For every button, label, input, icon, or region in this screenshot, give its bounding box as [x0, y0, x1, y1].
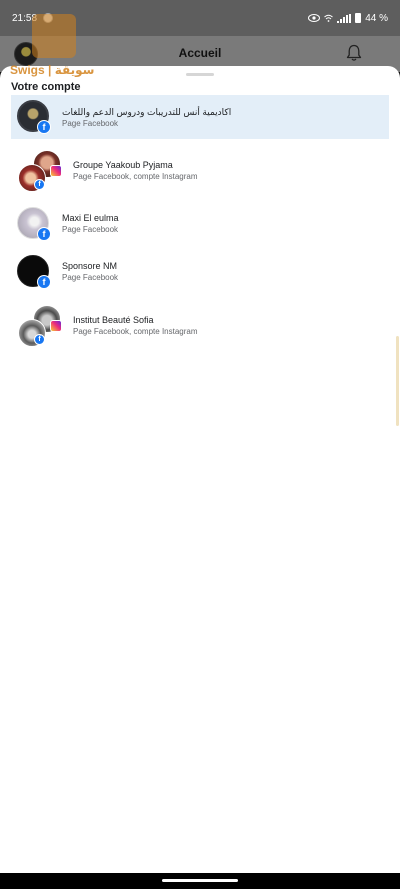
page-title: Accueil [178, 46, 222, 60]
account-subtitle: Page Facebook, compte Instagram [73, 327, 198, 336]
sheet-drag-handle[interactable] [186, 73, 214, 76]
battery-percent: 44 % [365, 12, 388, 24]
section-title: Votre compte [11, 81, 81, 93]
facebook-icon: f [37, 120, 51, 134]
account-subtitle: Page Facebook, compte Instagram [73, 172, 198, 181]
wifi-icon [324, 14, 334, 22]
facebook-icon: f [34, 334, 45, 345]
home-gesture-bar[interactable] [162, 879, 238, 882]
system-nav-bar [0, 873, 400, 889]
account-item[interactable]: f Institut Beauté Sofia Page Facebook, c… [11, 303, 389, 349]
bell-icon[interactable] [346, 44, 362, 62]
account-name: اكاديمية أنس للتدريبات ودروس الدعم واللغ… [62, 107, 232, 117]
account-subtitle: Page Facebook [62, 119, 119, 128]
signal-icon [337, 13, 352, 23]
instagram-icon [50, 320, 62, 332]
account-item[interactable]: f Sponsore NM Page Facebook [11, 253, 389, 293]
instagram-icon [50, 165, 62, 177]
battery-icon [355, 13, 362, 23]
facebook-icon: f [37, 275, 51, 289]
account-item[interactable]: f اكاديمية أنس للتدريبات ودروس الدعم وال… [11, 95, 389, 139]
account-item[interactable]: f Maxi El eulma Page Facebook [11, 205, 389, 245]
account-name: Institut Beauté Sofia [73, 315, 154, 325]
account-subtitle: Page Facebook [62, 225, 119, 234]
scrollbar[interactable] [396, 336, 399, 426]
account-subtitle: Page Facebook [62, 273, 119, 282]
account-name: Maxi El eulma [62, 213, 119, 223]
account-item[interactable]: f Groupe Yaakoub Pyjama Page Facebook, c… [11, 148, 389, 194]
status-time: 21:58 [12, 12, 38, 24]
account-name: Sponsore NM [62, 261, 118, 271]
status-icons: 44 % [308, 13, 388, 24]
facebook-icon: f [34, 179, 45, 190]
eye-icon [308, 14, 321, 22]
notification-icon [43, 13, 54, 23]
account-name: Groupe Yaakoub Pyjama [73, 160, 173, 170]
account-switcher-sheet: Votre compte f اكاديمية أنس للتدريبات ود… [0, 66, 400, 873]
status-bar: 21:58 44 % [0, 0, 400, 36]
facebook-icon: f [37, 227, 51, 241]
